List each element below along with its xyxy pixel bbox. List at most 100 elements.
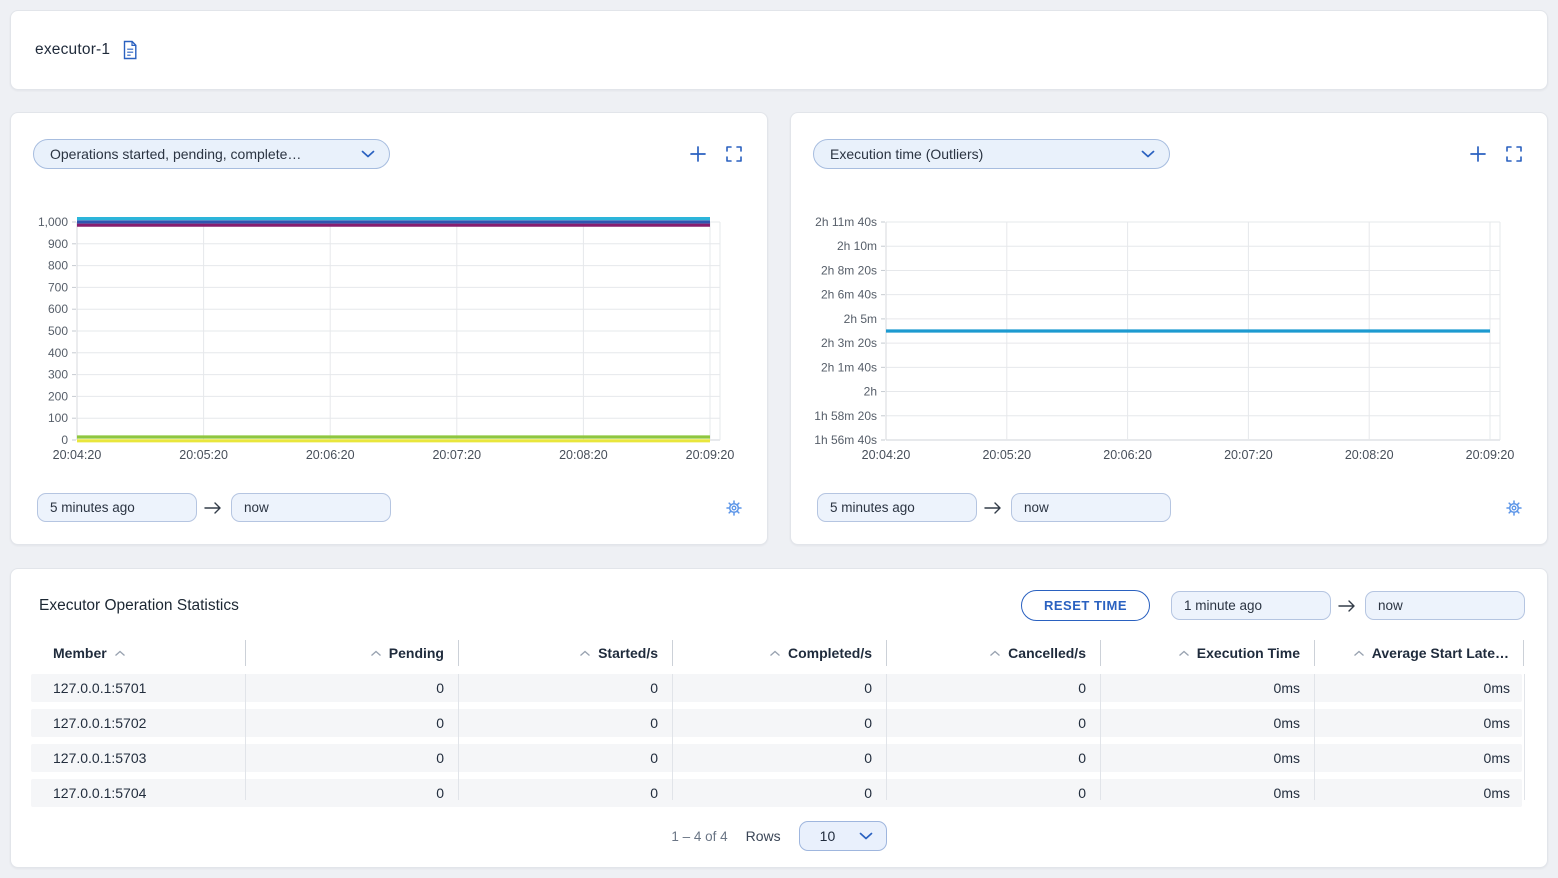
metric-selector-label: Operations started, pending, complete… (50, 146, 301, 162)
operations-chart-card: Operations started, pending, complete… 0… (10, 112, 768, 545)
metric-selector[interactable]: Execution time (Outliers) (813, 139, 1170, 169)
gear-icon (1505, 499, 1523, 517)
cancelled-cell: 0 (886, 744, 1100, 772)
expand-icon (725, 145, 743, 163)
chevron-down-icon (1141, 150, 1155, 158)
execution-time-chart-card: Execution time (Outliers) 1h 56m 40s1h 5… (790, 112, 1548, 545)
rows-per-page-select[interactable]: 10 (799, 821, 887, 851)
column-label: Started/s (598, 645, 658, 661)
svg-text:20:04:20: 20:04:20 (862, 448, 911, 462)
completed-cell: 0 (672, 674, 886, 702)
add-chart-button[interactable] (1468, 144, 1488, 164)
column-label: Average Start Late… (1372, 645, 1509, 661)
svg-text:200: 200 (48, 389, 68, 403)
cancelled-cell: 0 (886, 709, 1100, 737)
column-header-member[interactable]: Member (31, 640, 245, 666)
svg-text:20:06:20: 20:06:20 (306, 448, 355, 462)
member-cell: 127.0.0.1:5701 (31, 674, 245, 702)
time-from-input[interactable] (37, 493, 197, 522)
svg-text:20:08:20: 20:08:20 (1345, 448, 1394, 462)
column-header-cancelled[interactable]: Cancelled/s (886, 640, 1100, 666)
member-cell: 127.0.0.1:5702 (31, 709, 245, 737)
column-divider (1100, 674, 1101, 800)
svg-text:1,000: 1,000 (38, 215, 68, 229)
average-start-latency-cell: 0ms (1314, 779, 1524, 807)
rows-per-page-label: Rows (746, 828, 781, 844)
reset-time-button[interactable]: RESET TIME (1021, 590, 1150, 621)
table-body: 127.0.0.1:5701 0 0 0 0 0ms 0ms 127.0.0.1… (31, 674, 1522, 807)
execution-time-cell: 0ms (1100, 709, 1314, 737)
expand-button[interactable] (1505, 145, 1523, 163)
svg-text:20:04:20: 20:04:20 (53, 448, 102, 462)
svg-text:2h 5m: 2h 5m (844, 312, 877, 326)
cancelled-cell: 0 (886, 779, 1100, 807)
documentation-link[interactable] (121, 40, 139, 60)
svg-text:0: 0 (61, 433, 68, 447)
svg-text:20:05:20: 20:05:20 (179, 448, 228, 462)
execution-time-cell: 0ms (1100, 779, 1314, 807)
member-cell: 127.0.0.1:5704 (31, 779, 245, 807)
svg-text:20:07:20: 20:07:20 (1224, 448, 1273, 462)
svg-text:800: 800 (48, 259, 68, 273)
column-header-started[interactable]: Started/s (458, 640, 672, 666)
svg-text:700: 700 (48, 280, 68, 294)
column-label: Pending (389, 645, 444, 661)
plus-icon (1468, 144, 1488, 164)
column-header-pending[interactable]: Pending (245, 640, 458, 666)
member-cell: 127.0.0.1:5703 (31, 744, 245, 772)
pending-cell: 0 (245, 779, 458, 807)
chart-settings-button[interactable] (1505, 499, 1523, 517)
rows-per-page-value: 10 (820, 828, 836, 844)
svg-text:20:08:20: 20:08:20 (559, 448, 608, 462)
svg-text:900: 900 (48, 237, 68, 251)
svg-text:500: 500 (48, 324, 68, 338)
svg-text:20:09:20: 20:09:20 (686, 448, 735, 462)
chevron-down-icon (361, 150, 375, 158)
column-divider (1524, 674, 1525, 800)
page-title: executor-1 (35, 41, 110, 59)
svg-text:2h 10m: 2h 10m (837, 239, 877, 253)
metric-selector-label: Execution time (Outliers) (830, 146, 983, 162)
svg-text:20:09:20: 20:09:20 (1466, 448, 1515, 462)
average-start-latency-cell: 0ms (1314, 744, 1524, 772)
chevron-down-icon (859, 832, 873, 840)
document-icon (121, 40, 139, 60)
expand-button[interactable] (725, 145, 743, 163)
time-from-input[interactable] (1171, 591, 1331, 620)
table-row: 127.0.0.1:5704 0 0 0 0 0ms 0ms (31, 779, 1522, 807)
column-header-completed[interactable]: Completed/s (672, 640, 886, 666)
statistics-title: Executor Operation Statistics (39, 597, 239, 615)
svg-text:1h 56m 40s: 1h 56m 40s (814, 433, 877, 447)
time-to-input[interactable] (1365, 591, 1525, 620)
executor-statistics-card: Executor Operation Statistics RESET TIME… (10, 568, 1548, 868)
sort-caret-icon (1353, 650, 1365, 657)
column-label: Member (53, 645, 107, 661)
column-label: Completed/s (788, 645, 872, 661)
time-from-input[interactable] (817, 493, 977, 522)
column-header-execution-time[interactable]: Execution Time (1100, 640, 1314, 666)
time-to-input[interactable] (1011, 493, 1171, 522)
svg-text:20:07:20: 20:07:20 (432, 448, 481, 462)
svg-text:400: 400 (48, 346, 68, 360)
table-row: 127.0.0.1:5702 0 0 0 0 0ms 0ms (31, 709, 1522, 737)
completed-cell: 0 (672, 744, 886, 772)
column-header-average-start-latency[interactable]: Average Start Late… (1314, 640, 1524, 666)
pending-cell: 0 (245, 709, 458, 737)
execution-time-cell: 0ms (1100, 744, 1314, 772)
svg-text:600: 600 (48, 302, 68, 316)
svg-text:2h 1m 40s: 2h 1m 40s (821, 360, 877, 374)
pending-cell: 0 (245, 744, 458, 772)
execution-time-cell: 0ms (1100, 674, 1314, 702)
completed-cell: 0 (672, 779, 886, 807)
operations-chart-canvas: 01002003004005006007008009001,00020:04:2… (27, 208, 749, 470)
sort-caret-icon (989, 650, 1001, 657)
table-row: 127.0.0.1:5703 0 0 0 0 0ms 0ms (31, 744, 1522, 772)
add-chart-button[interactable] (688, 144, 708, 164)
chart-settings-button[interactable] (725, 499, 743, 517)
table-row: 127.0.0.1:5701 0 0 0 0 0ms 0ms (31, 674, 1522, 702)
svg-text:20:06:20: 20:06:20 (1103, 448, 1152, 462)
time-to-input[interactable] (231, 493, 391, 522)
metric-selector[interactable]: Operations started, pending, complete… (33, 139, 390, 169)
sort-caret-icon (579, 650, 591, 657)
completed-cell: 0 (672, 709, 886, 737)
